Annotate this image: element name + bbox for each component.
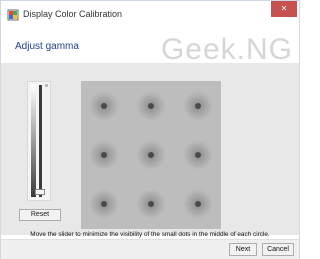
gamma-slider[interactable] xyxy=(27,81,51,201)
slider-gradient xyxy=(31,85,36,197)
slider-tick xyxy=(45,84,48,87)
gamma-circle-dot xyxy=(194,102,201,109)
close-icon: ✕ xyxy=(280,4,288,13)
slider-thumb[interactable] xyxy=(35,188,45,195)
close-button[interactable]: ✕ xyxy=(271,1,297,17)
gamma-circle xyxy=(182,140,213,170)
instruction-text: Move the slider to minimize the visibili… xyxy=(30,231,270,238)
gamma-circle-dot xyxy=(101,152,108,158)
gamma-circle-dot xyxy=(148,102,154,109)
gamma-circle xyxy=(182,189,213,220)
gamma-circle xyxy=(136,90,166,121)
footer-bar: Next Cancel xyxy=(1,239,299,259)
gamma-circle-dot xyxy=(101,102,108,109)
gamma-circle-dot xyxy=(148,201,154,208)
gamma-test-pattern xyxy=(81,81,221,229)
gamma-circle xyxy=(89,90,120,121)
color-calibration-icon xyxy=(7,9,19,21)
header-area: Adjust gamma Geek.NG xyxy=(1,27,299,66)
page-title: Adjust gamma xyxy=(15,41,79,52)
title-bar: Display Color Calibration ✕ xyxy=(1,1,299,27)
gamma-circle xyxy=(89,189,120,220)
window-title: Display Color Calibration xyxy=(23,9,123,19)
calibration-window: Display Color Calibration ✕ Adjust gamma… xyxy=(0,0,300,259)
gamma-circle-dot xyxy=(148,152,154,158)
cancel-button[interactable]: Cancel xyxy=(262,243,294,256)
watermark: Geek.NG xyxy=(160,33,293,66)
gamma-circle xyxy=(136,189,166,220)
gamma-circle-dot xyxy=(101,201,108,208)
next-button[interactable]: Next xyxy=(229,243,257,256)
gamma-circle xyxy=(136,140,166,170)
gamma-circle-dot xyxy=(194,201,201,208)
slider-rail[interactable] xyxy=(39,85,42,197)
gamma-circle xyxy=(182,90,213,121)
gamma-circle xyxy=(89,140,120,170)
content-area: Reset xyxy=(1,63,299,235)
reset-button[interactable]: Reset xyxy=(19,209,61,221)
gamma-circle-dot xyxy=(194,152,201,158)
